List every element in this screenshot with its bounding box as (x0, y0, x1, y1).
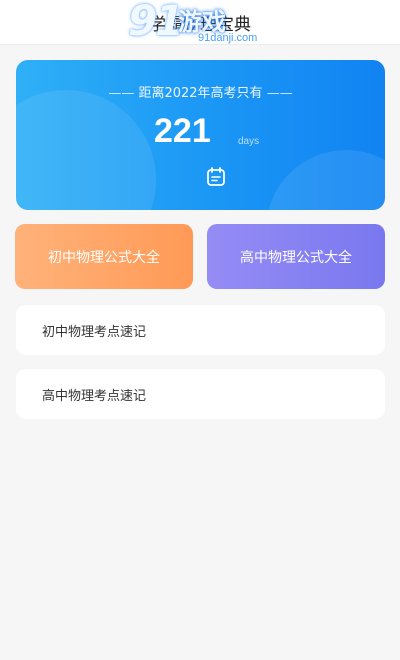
divider-dash-right: —— (266, 86, 293, 101)
countdown-unit: days (238, 136, 260, 147)
watermark-logo: 91 游戏 91danji.com (128, 0, 268, 45)
junior-memo-label: 初中物理考点速记 (42, 324, 147, 340)
senior-memo-label: 高中物理考点速记 (42, 388, 147, 404)
countdown-days: 221 (154, 112, 211, 150)
senior-memo-card[interactable]: 高中物理考点速记 (16, 369, 385, 419)
divider-dash-left: —— (108, 86, 135, 101)
junior-formulas-button[interactable]: 初中物理公式大全 (15, 224, 193, 289)
calendar-icon[interactable] (205, 166, 227, 188)
senior-formulas-label: 高中物理公式大全 (240, 249, 352, 266)
top-bar: 学霸物理宝典 91 游戏 91danji.com (0, 0, 400, 45)
countdown-card: —— 距离2022年高考只有 —— 221 days (16, 60, 385, 210)
watermark-number: 91 (128, 0, 184, 45)
junior-formulas-label: 初中物理公式大全 (48, 249, 160, 266)
senior-formulas-button[interactable]: 高中物理公式大全 (207, 224, 385, 289)
watermark-domain: 91danji.com (198, 32, 258, 44)
countdown-label: 距离2022年高考只有 (138, 86, 263, 101)
decorative-circle (266, 150, 385, 210)
decorative-circle (16, 90, 156, 210)
junior-memo-card[interactable]: 初中物理考点速记 (16, 305, 385, 355)
countdown-label-row: —— 距离2022年高考只有 —— (16, 82, 385, 101)
